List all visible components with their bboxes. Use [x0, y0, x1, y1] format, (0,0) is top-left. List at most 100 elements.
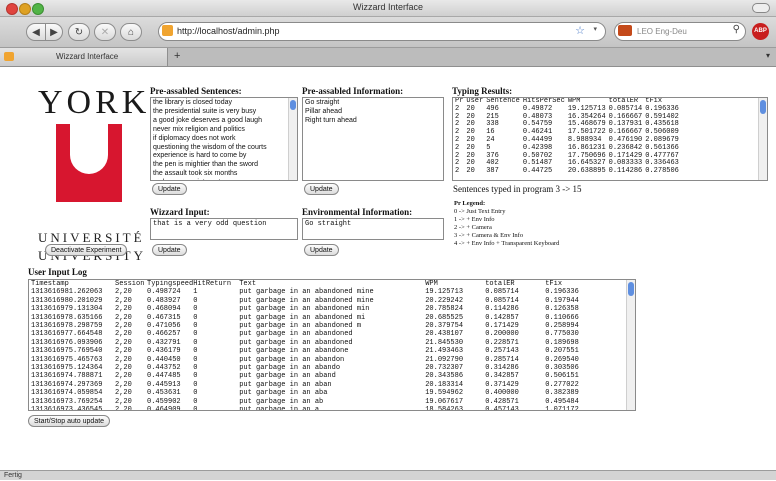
log-row[interactable]: 1313616973.436545 2,20 0.464909 0 put garbag…: [31, 406, 605, 411]
log-cell: 2,20: [115, 355, 132, 364]
log-cell: 1313616973.769254: [31, 397, 103, 406]
tab-strip: Wizzard Interface + ▾: [0, 48, 776, 67]
log-header-row: Timestamp Session Typingspeed HitReturn Text…: [31, 280, 605, 288]
log-cell: 1313616976.093906: [31, 338, 103, 347]
log-column-header: Timestamp: [31, 280, 69, 288]
reload-button[interactable]: ↻: [68, 23, 90, 41]
sentence-item[interactable]: the library is closed today: [153, 99, 295, 108]
log-cell: 19.067617: [425, 397, 464, 406]
typing-results-scrollbar[interactable]: [758, 98, 767, 180]
start-stop-auto-update-button[interactable]: Start/Stop auto update: [28, 415, 111, 427]
log-column-header: tFix: [545, 280, 563, 288]
url-text: http://localhost/admin.php: [177, 26, 280, 36]
log-cell: 21.845530: [425, 338, 464, 347]
sentence-item[interactable]: never mix religion and politics: [153, 126, 295, 135]
wizard-input-field[interactable]: that is a very odd question: [150, 218, 298, 240]
log-cell: 2,20: [115, 330, 132, 339]
log-column-header: WPM: [425, 280, 438, 288]
log-row[interactable]: 1313616974.059854 2,20 0.453631 0 put garbag…: [31, 389, 605, 397]
tab-list-icon[interactable]: ▾: [766, 51, 770, 60]
log-cell: 0.314286: [485, 364, 519, 373]
env-info-field[interactable]: Go straight: [302, 218, 444, 240]
log-column-header: Session: [115, 280, 145, 288]
url-bar[interactable]: http://localhost/admin.php ☆ ▾: [158, 22, 606, 41]
log-cell: 1313616974.297369: [31, 380, 103, 389]
log-cell: 0.467315: [147, 313, 181, 322]
information-list[interactable]: Go straight Pillar ahead Right turn ahead: [302, 97, 444, 181]
typing-results-row[interactable]: 2 20 387 0.44725 20.638895 0.114286 0.278506: [455, 167, 682, 176]
information-item[interactable]: Pillar ahead: [305, 108, 441, 117]
sentences-list[interactable]: the library is closed today the president…: [150, 97, 298, 181]
log-cell: 0.371429: [485, 380, 519, 389]
adblock-icon[interactable]: ABP: [752, 23, 769, 40]
sentence-item[interactable]: make an appointment: [153, 179, 295, 180]
log-cell: put garbage in an abandoned mine: [239, 288, 374, 297]
user-input-log-heading: User Input Log: [28, 267, 87, 277]
log-row[interactable]: 1313616975.465763 2,20 0.440450 0 put garbag…: [31, 356, 605, 364]
log-cell: 1313616978.635166: [31, 313, 103, 322]
url-dropdown-icon[interactable]: ▾: [593, 25, 597, 33]
tab-wizzard-interface[interactable]: Wizzard Interface: [0, 48, 168, 66]
log-cell: 18.584263: [425, 406, 464, 411]
search-engine-icon[interactable]: [618, 25, 632, 36]
back-button[interactable]: ◀: [26, 23, 46, 41]
sentences-scrollbar[interactable]: [288, 98, 297, 180]
log-row[interactable]: 1313616978.298759 2,20 0.471056 0 put garbag…: [31, 322, 605, 330]
log-row[interactable]: 1313616979.131304 2,20 0.468094 0 put garbag…: [31, 305, 605, 313]
tab-label: Wizzard Interface: [56, 52, 119, 61]
log-cell: 21.493463: [425, 347, 464, 356]
new-tab-button[interactable]: +: [174, 50, 180, 62]
log-row[interactable]: 1313616975.769540 2,20 0.436179 0 put garbag…: [31, 347, 605, 355]
home-icon: ⌂: [127, 26, 135, 38]
log-cell: 0.228571: [485, 338, 519, 347]
information-item[interactable]: Go straight: [305, 99, 441, 108]
sentence-item[interactable]: the presidential suite is very busy: [153, 108, 295, 117]
log-row[interactable]: 1313616977.664548 2,20 0.466257 0 put garbag…: [31, 330, 605, 338]
wizard-update-button[interactable]: Update: [152, 244, 187, 256]
log-cell: 0.464909: [147, 406, 181, 411]
log-scrollbar[interactable]: [626, 280, 635, 410]
log-column-header: totalER: [485, 280, 515, 288]
sentence-item[interactable]: experience is hard to come by: [153, 152, 295, 161]
log-column-header: Text: [239, 280, 257, 288]
log-row[interactable]: 1313616981.262063 2,20 0.498724 1 put garbag…: [31, 288, 605, 296]
typing-results-cell: 20: [466, 167, 475, 176]
log-cell: put garbage in an abando: [239, 364, 341, 373]
sentence-item[interactable]: the assault took six months: [153, 170, 295, 179]
log-row[interactable]: 1313616980.201029 2,20 0.483927 0 put garbag…: [31, 297, 605, 305]
typing-results-cell: 24: [486, 135, 495, 144]
information-update-button[interactable]: Update: [304, 183, 339, 195]
typing-results-cell: 2: [455, 167, 460, 176]
stop-button[interactable]: ✕: [94, 23, 116, 41]
navigation-toolbar: ◀ ▶ ↻ ✕ ⌂ http://localhost/admin.php ☆ ▾…: [0, 17, 776, 48]
information-item[interactable]: Right turn ahead: [305, 117, 441, 126]
status-bar: Fertig: [0, 470, 776, 480]
sentences-update-button[interactable]: Update: [152, 183, 187, 195]
search-icon[interactable]: ⚲: [733, 24, 740, 35]
sentence-item[interactable]: if diplomacy does not work: [153, 135, 295, 144]
log-row[interactable]: 1313616975.124364 2,20 0.443752 0 put garbag…: [31, 364, 605, 372]
log-row[interactable]: 1313616978.635166 2,20 0.467315 0 put garbag…: [31, 314, 605, 322]
bookmark-star-icon[interactable]: ☆: [575, 24, 585, 37]
typing-results-cell: 387: [486, 167, 499, 176]
sentence-item[interactable]: the pen is mightier than the sword: [153, 161, 295, 170]
log-cell: 0: [193, 330, 198, 339]
home-button[interactable]: ⌂: [120, 23, 142, 41]
log-row[interactable]: 1313616973.769254 2,20 0.459902 0 put garbag…: [31, 398, 605, 406]
env-update-button[interactable]: Update: [304, 244, 339, 256]
toolbar-toggle-icon[interactable]: [752, 3, 770, 13]
log-cell: 0.207551: [545, 347, 579, 356]
log-cell: put garbage in an ab: [239, 397, 324, 406]
sentence-item[interactable]: questioning the wisdom of the courts: [153, 144, 295, 153]
log-row[interactable]: 1313616976.093906 2,20 0.432791 0 put garbag…: [31, 339, 605, 347]
deactivate-experiment-button[interactable]: Deactivate Experiment: [45, 244, 128, 256]
log-cell: put garbage in an abandone: [239, 347, 349, 356]
search-bar[interactable]: LEO Eng-Deu ⚲: [614, 22, 746, 41]
log-row[interactable]: 1313616974.297369 2,20 0.445913 0 put garbag…: [31, 381, 605, 389]
sentence-item[interactable]: a good joke deserves a good laugh: [153, 117, 295, 126]
log-row[interactable]: 1313616974.788871 2,20 0.447485 0 put garbag…: [31, 372, 605, 380]
log-cell: 2,20: [115, 406, 132, 411]
forward-button[interactable]: ▶: [45, 23, 63, 41]
log-cell: put garbage in an aban: [239, 380, 332, 389]
log-cell: 0: [193, 389, 198, 398]
